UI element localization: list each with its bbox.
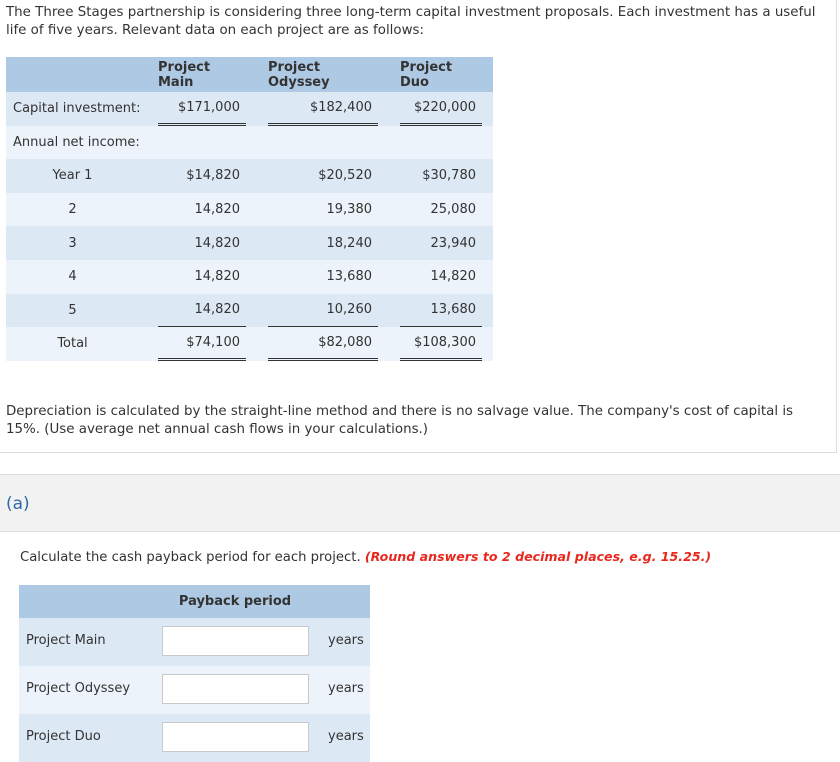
year-label: 5 (68, 302, 77, 318)
unit-label: years (328, 633, 364, 648)
table-row: 5 14,820 10,260 13,680 (6, 293, 493, 328)
unit-label: years (328, 681, 364, 696)
value-duo: 14,820 (430, 269, 477, 285)
capital-odyssey: $182,400 (309, 100, 372, 115)
capital-row: Capital investment: $171,000 $182,400 $2… (6, 92, 493, 126)
table-header-row: Project Main Project Odyssey Project Duo (6, 57, 493, 92)
rounding-emphasis: (Round answers to 2 decimal places, e.g.… (364, 549, 712, 564)
value-main: 14,820 (194, 202, 241, 218)
year-label: 2 (68, 202, 77, 218)
answer-label: Project Duo (26, 729, 101, 744)
payback-answer-table: Payback period Project Main years Projec… (19, 585, 370, 762)
value-duo: $30,780 (422, 168, 476, 184)
value-duo: 13,680 (430, 302, 477, 318)
payback-input-project-odyssey[interactable] (162, 674, 309, 704)
table-row: 2 14,820 19,380 25,080 (6, 192, 493, 227)
problem-intro: The Three Stages partnership is consider… (6, 5, 816, 38)
value-duo: 23,940 (430, 235, 477, 251)
answer-row-project-duo: Project Duo years (19, 714, 370, 762)
value-odyssey: 10,260 (326, 302, 373, 318)
value-odyssey: 19,380 (326, 202, 373, 218)
problem-panel: The Three Stages partnership is consider… (0, 0, 837, 453)
total-odyssey: $82,080 (318, 335, 372, 351)
answer-label: Project Main (26, 633, 106, 648)
payback-period-header: Payback period (178, 594, 292, 609)
total-label: Total (57, 336, 88, 352)
capital-main: $171,000 (177, 100, 240, 115)
year-label: 4 (68, 269, 77, 285)
header-project-main: Project Main (158, 59, 211, 90)
value-odyssey: 18,240 (326, 235, 373, 251)
depreciation-note: Depreciation is calculated by the straig… (6, 404, 794, 437)
payback-input-project-duo[interactable] (162, 722, 309, 752)
table-row: 4 14,820 13,680 14,820 (6, 259, 493, 294)
unit-label: years (328, 729, 364, 744)
value-duo: 25,080 (430, 202, 477, 218)
value-main: 14,820 (194, 302, 241, 318)
question-instruction: Calculate the cash payback period for ea… (20, 549, 711, 565)
answer-row-project-main: Project Main years (19, 618, 370, 666)
annual-label-row: Annual net income: (6, 125, 493, 160)
header-project-odyssey: Project Odyssey (268, 59, 330, 90)
year-label: 3 (68, 235, 77, 251)
year-label: Year 1 (52, 168, 93, 184)
value-odyssey: $20,520 (318, 168, 372, 184)
part-a-header: (a) (0, 474, 840, 532)
instruction-text: Calculate the cash payback period for ea… (20, 550, 361, 565)
total-row: Total $74,100 $82,080 $108,300 (6, 327, 493, 362)
answer-label: Project Odyssey (26, 681, 131, 696)
total-main: $74,100 (186, 335, 240, 351)
capital-label: Capital investment: (13, 101, 141, 117)
value-main: 14,820 (194, 269, 241, 285)
answer-header-row: Payback period (19, 585, 370, 618)
payback-input-project-main[interactable] (162, 626, 309, 656)
capital-duo: $220,000 (413, 100, 476, 115)
project-data-table: Project Main Project Odyssey Project Duo… (6, 57, 493, 362)
annual-net-income-label: Annual net income: (13, 134, 140, 150)
table-row: 3 14,820 18,240 23,940 (6, 226, 493, 260)
total-duo: $108,300 (413, 335, 476, 351)
value-main: 14,820 (194, 235, 241, 251)
part-a-label: (a) (6, 494, 30, 514)
answer-row-project-odyssey: Project Odyssey years (19, 666, 370, 714)
value-odyssey: 13,680 (326, 269, 373, 285)
value-main: $14,820 (186, 168, 240, 184)
header-project-duo: Project Duo (400, 59, 453, 90)
table-row: Year 1 $14,820 $20,520 $30,780 (6, 159, 493, 193)
